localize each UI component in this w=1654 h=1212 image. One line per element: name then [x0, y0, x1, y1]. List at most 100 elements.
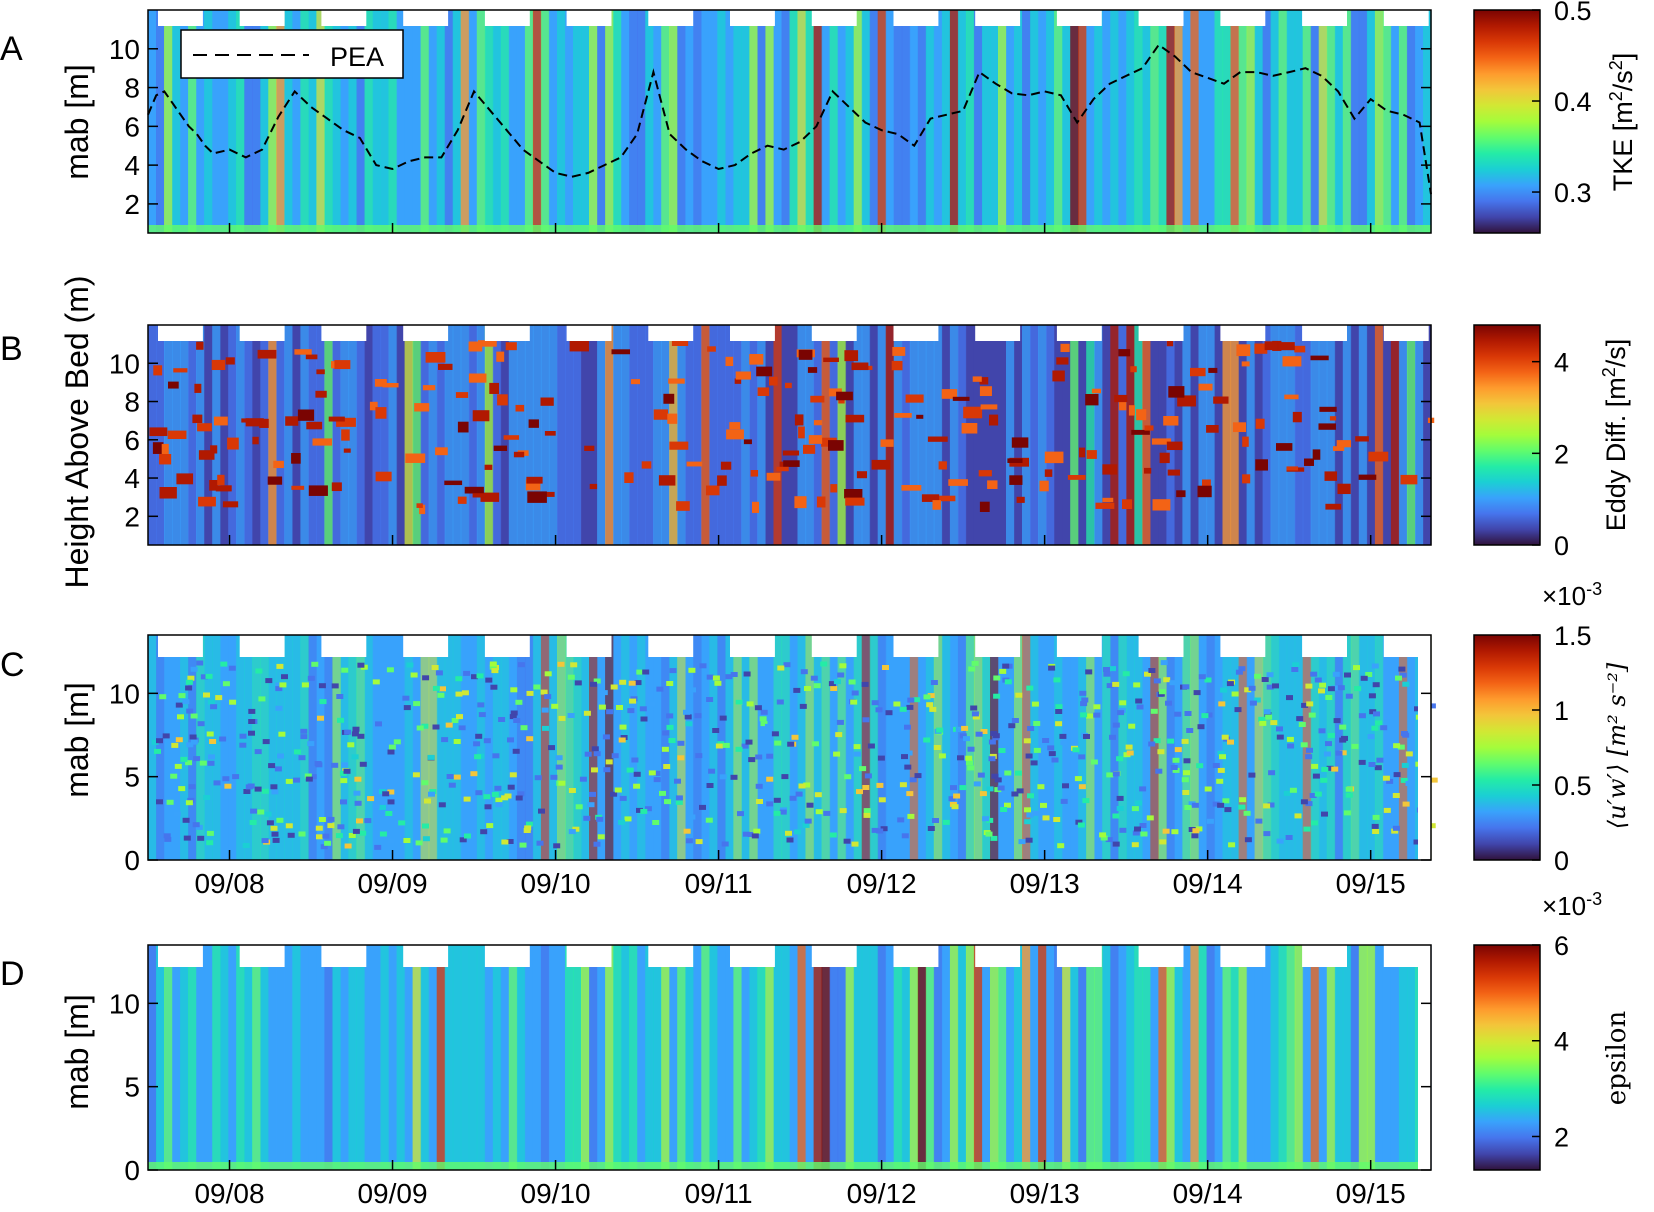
heatmap-cell	[272, 837, 280, 843]
heatmap-cell	[1095, 502, 1115, 509]
heatmap-cell	[526, 690, 534, 696]
colorbar-gradient	[1473, 9, 1541, 234]
heatmap-cell	[341, 429, 350, 441]
heatmap-cell	[228, 665, 236, 671]
heatmap-column	[1334, 945, 1344, 1170]
heatmap-column	[557, 10, 566, 233]
x-tick-label: 09/09	[357, 1178, 427, 1209]
heatmap-surface-notch	[730, 635, 775, 657]
heatmap-cell	[276, 817, 284, 823]
colorbar-tick-label: 2	[1554, 439, 1569, 469]
heatmap-column	[252, 945, 261, 1170]
heatmap-cell	[1318, 728, 1326, 734]
heatmap-cell	[914, 773, 922, 779]
heatmap-cell	[773, 810, 781, 816]
heatmap-cell	[766, 776, 774, 782]
heatmap-column	[420, 945, 430, 1170]
heatmap-cell	[382, 383, 399, 388]
heatmap-column	[524, 945, 534, 1170]
heatmap-column	[637, 635, 646, 860]
heatmap-column	[468, 945, 478, 1170]
heatmap-cell	[756, 799, 763, 804]
heatmap-cell	[248, 708, 256, 714]
heatmap-cell	[353, 790, 361, 796]
heatmap-cell	[845, 497, 865, 506]
heatmap-column	[1294, 945, 1304, 1170]
heatmap-cell	[839, 663, 847, 669]
heatmap-cell	[1222, 798, 1230, 804]
heatmap-column	[284, 325, 293, 545]
heatmap-cell	[258, 696, 266, 702]
heatmap-column	[348, 325, 358, 545]
heatmap-column	[148, 10, 157, 233]
heatmap-surface-notch	[566, 635, 612, 657]
heatmap-cell	[735, 746, 743, 752]
heatmap-cell	[477, 702, 485, 708]
heatmap-cell	[963, 736, 970, 742]
heatmap-column	[853, 945, 863, 1170]
x-tick-label: 09/10	[521, 868, 591, 899]
heatmap-cell	[844, 489, 863, 499]
heatmap-column	[885, 945, 895, 1170]
heatmap-column	[508, 945, 518, 1170]
y-tick-label: 6	[124, 111, 140, 142]
heatmap-cell	[666, 713, 674, 719]
heatmap-column	[532, 10, 542, 233]
heatmap-surface-notch	[158, 10, 203, 26]
heatmap-cell	[1016, 496, 1025, 503]
heatmap-column	[717, 945, 726, 1170]
heatmap-cell	[593, 841, 601, 847]
colorbar-gradient	[1473, 634, 1541, 861]
heatmap-column	[1342, 635, 1352, 860]
heatmap-column	[1214, 325, 1224, 545]
heatmap-column	[1062, 945, 1071, 1170]
heatmap-surface-notch	[484, 635, 530, 657]
heatmap-cell	[906, 791, 914, 797]
heatmap-cell	[159, 694, 167, 700]
heatmap-cell	[188, 784, 196, 790]
heatmap-cell	[759, 716, 767, 722]
heatmap-column	[565, 10, 574, 233]
heatmap-cell	[483, 794, 491, 800]
heatmap-cell	[1233, 422, 1247, 433]
heatmap-column	[597, 325, 606, 545]
heatmap-column	[180, 945, 189, 1170]
heatmap-cell	[1153, 678, 1161, 684]
heatmap-cell	[1292, 662, 1300, 668]
heatmap-column	[1006, 635, 1015, 860]
heatmap-cell	[923, 737, 931, 743]
heatmap-column	[196, 945, 205, 1170]
heatmap-column	[1390, 325, 1400, 545]
heatmap-cell	[1144, 425, 1154, 431]
heatmap-cell	[156, 738, 163, 744]
heatmap-cell	[992, 733, 1000, 739]
heatmap-cell	[1048, 665, 1056, 671]
heatmap-cell	[206, 731, 214, 737]
heatmap-cell	[1128, 405, 1135, 416]
heatmap-column	[677, 635, 686, 860]
heatmap-cell	[1081, 697, 1089, 703]
heatmap-column	[172, 945, 181, 1170]
heatmap-cell	[1266, 672, 1274, 678]
heatmap-column	[1390, 945, 1400, 1170]
heatmap-cell	[410, 672, 418, 678]
heatmap-cell	[932, 500, 941, 510]
heatmap-cell	[170, 773, 178, 779]
heatmap-cell	[356, 818, 363, 824]
heatmap-cell	[706, 697, 714, 702]
heatmap-cell	[1217, 802, 1225, 808]
heatmap-cell	[270, 825, 278, 831]
heatmap-cell	[583, 710, 591, 716]
heatmap-cell	[1004, 802, 1011, 808]
heatmap-column	[1158, 945, 1167, 1170]
heatmap-cell	[196, 341, 204, 350]
heatmap-column	[1254, 10, 1264, 233]
heatmap-cell	[882, 665, 889, 670]
heatmap-column	[1174, 325, 1183, 545]
heatmap-cell	[579, 776, 587, 782]
heatmap-cell	[441, 737, 449, 743]
heatmap-cell	[413, 701, 421, 707]
heatmap-column	[1158, 10, 1167, 233]
heatmap-cell	[1042, 815, 1050, 821]
heatmap-column	[148, 945, 157, 1170]
